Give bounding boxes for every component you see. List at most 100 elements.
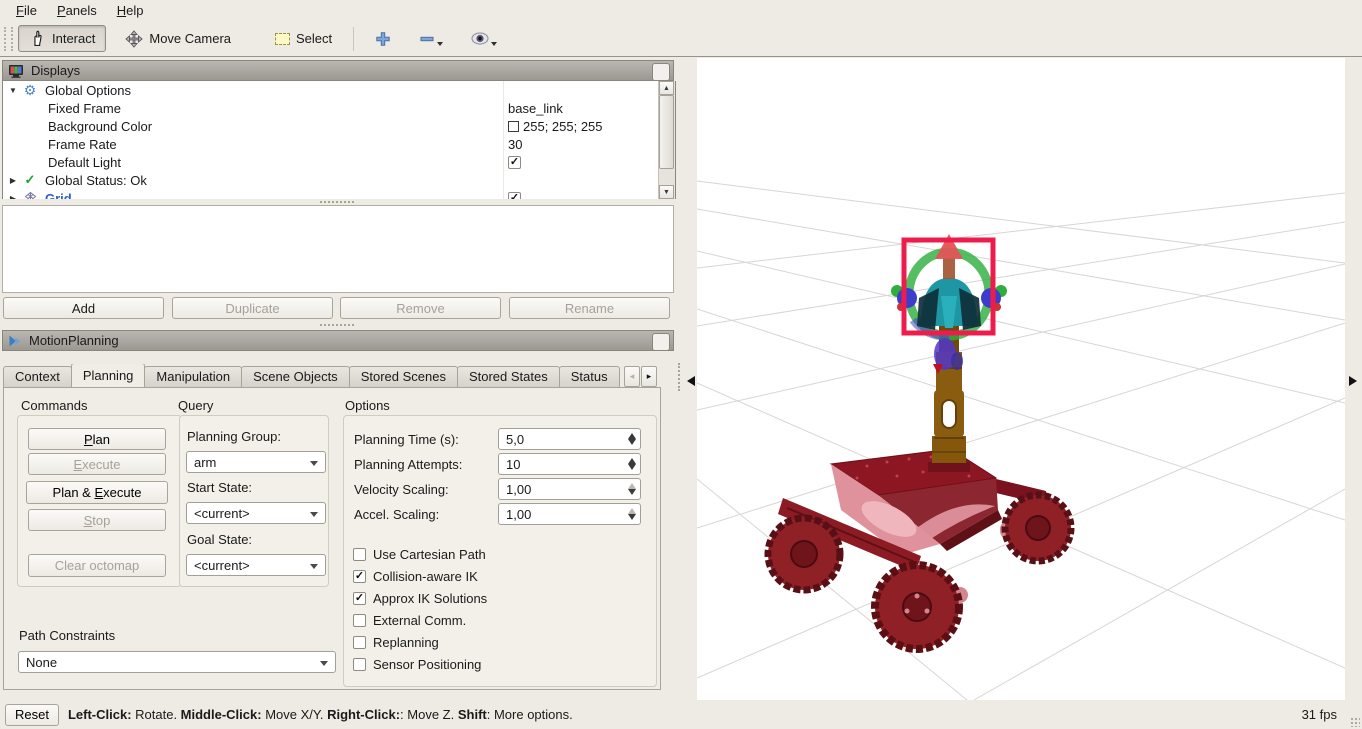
zoom-out-tool-button[interactable]	[408, 25, 454, 52]
goal-state-dropdown[interactable]: <current>	[186, 554, 326, 576]
resize-grip[interactable]	[1350, 717, 1360, 727]
tab-scene-objects[interactable]: Scene Objects	[241, 366, 350, 387]
scroll-up-icon[interactable]: ▲	[659, 81, 674, 95]
menu-panels[interactable]: Panels	[47, 1, 107, 20]
tab-scroll-left-icon[interactable]: ◂	[624, 366, 640, 387]
motion-planning-tabbar: Context Planning Manipulation Scene Obje…	[3, 364, 621, 387]
external-comm-option[interactable]: External Comm.	[353, 613, 466, 628]
use-cartesian-path-checkbox[interactable]	[353, 548, 366, 561]
sensor-positioning-checkbox[interactable]	[353, 658, 366, 671]
path-constraints-dropdown[interactable]: None	[18, 651, 336, 673]
robot-model	[764, 324, 1075, 653]
replanning-checkbox[interactable]	[353, 636, 366, 649]
rviz-window: File Panels Help Interact Move Camera Se…	[0, 0, 1362, 729]
interact-tool-button[interactable]: Interact	[18, 25, 107, 52]
planning-time-spinbox[interactable]: 5,0	[498, 428, 641, 450]
tree-scrollbar[interactable]: ▲ ▼	[658, 81, 675, 199]
planning-attempts-value: 10	[506, 456, 521, 472]
motion-planning-panel-header[interactable]: MotionPlanning	[2, 330, 674, 351]
tree-row-grid[interactable]: ▶ Grid	[3, 189, 675, 199]
tab-stored-scenes[interactable]: Stored Scenes	[348, 366, 458, 387]
tab-planning[interactable]: Planning	[70, 364, 146, 387]
menu-file[interactable]: File	[6, 1, 47, 20]
scroll-down-icon[interactable]: ▼	[659, 185, 674, 199]
spin-down-icon[interactable]	[628, 514, 636, 520]
add-display-button[interactable]: Add	[3, 297, 164, 319]
stop-button[interactable]: Stop	[28, 509, 166, 531]
plan-label-rest: lan	[92, 431, 111, 447]
remove-display-button[interactable]: Remove	[340, 297, 501, 319]
stop-label-accel: S	[83, 512, 93, 528]
reset-button[interactable]: Reset	[5, 703, 59, 726]
plan-label-accel: P	[83, 431, 93, 447]
zoom-in-tool-button[interactable]	[364, 25, 402, 52]
tab-stored-states[interactable]: Stored States	[456, 366, 560, 387]
velocity-scaling-spinbox[interactable]: 1,00	[498, 478, 641, 500]
default-light-checkbox[interactable]	[508, 155, 521, 169]
tree-row-default-light[interactable]: Default Light	[3, 153, 675, 171]
tree-row-fixed-frame[interactable]: Fixed Frame base_link	[3, 99, 675, 117]
expand-right-icon[interactable]	[1349, 376, 1357, 386]
clear-octomap-button[interactable]: Clear octomap	[28, 554, 166, 577]
tree-row-background-color[interactable]: Background Color 255; 255; 255	[3, 117, 675, 135]
splitter-handle[interactable]	[320, 324, 354, 326]
splitter-handle[interactable]	[320, 201, 354, 203]
displays-panel-toggle-button[interactable]	[652, 63, 670, 81]
tree-row-global-status[interactable]: ▶ ✓ Global Status: Ok	[3, 171, 675, 189]
chevron-down-icon	[437, 42, 444, 46]
rename-display-button[interactable]: Rename	[509, 297, 670, 319]
query-heading: Query	[178, 398, 214, 413]
duplicate-display-button[interactable]: Duplicate	[172, 297, 333, 319]
dock-splitter-handle[interactable]	[678, 363, 680, 391]
tree-row-global-options[interactable]: ▼ ⚙ Global Options	[3, 81, 675, 99]
plan-button[interactable]: Plan	[28, 428, 166, 450]
focus-camera-tool-button[interactable]	[460, 25, 508, 52]
tab-status[interactable]: Status	[558, 366, 620, 387]
start-state-dropdown[interactable]: <current>	[186, 502, 326, 524]
use-cartesian-path-option[interactable]: Use Cartesian Path	[353, 547, 486, 562]
accel-scaling-spinbox[interactable]: 1,00	[498, 503, 641, 525]
tree-row-frame-rate[interactable]: Frame Rate 30	[3, 135, 675, 153]
select-tool-button[interactable]: Select	[264, 25, 343, 52]
displays-panel-header[interactable]: Displays	[2, 60, 674, 81]
move-camera-tool-label: Move Camera	[149, 31, 231, 46]
background-color-value[interactable]: 255; 255; 255	[508, 117, 603, 135]
move-camera-tool-button[interactable]: Move Camera	[114, 25, 242, 52]
fixed-frame-value[interactable]: base_link	[508, 99, 563, 117]
frame-rate-value[interactable]: 30	[508, 135, 522, 153]
tab-manipulation[interactable]: Manipulation	[144, 366, 243, 387]
approx-ik-solutions-option[interactable]: Approx IK Solutions	[353, 591, 487, 606]
grid-checkbox[interactable]	[508, 191, 521, 199]
expander-right-icon[interactable]: ▶	[8, 194, 18, 200]
replanning-option[interactable]: Replanning	[353, 635, 439, 650]
color-swatch	[508, 120, 519, 132]
toolbar-drag-handle[interactable]	[4, 26, 13, 51]
collision-aware-ik-checkbox[interactable]	[353, 570, 366, 583]
planning-attempts-spinbox[interactable]: 10	[498, 453, 641, 475]
3d-viewport[interactable]	[696, 58, 1346, 701]
approx-ik-solutions-checkbox[interactable]	[353, 592, 366, 605]
spin-down-icon[interactable]	[628, 439, 636, 445]
spin-down-icon[interactable]	[628, 489, 636, 495]
goal-state-value: <current>	[194, 557, 250, 573]
expander-right-icon[interactable]: ▶	[8, 176, 18, 185]
scrollbar-thumb[interactable]	[659, 95, 674, 169]
motion-planning-icon	[9, 335, 21, 346]
expander-down-icon[interactable]: ▼	[8, 86, 18, 95]
motion-planning-panel-toggle-button[interactable]	[652, 333, 670, 351]
start-state-value: <current>	[194, 505, 250, 521]
spin-down-icon[interactable]	[628, 464, 636, 470]
collision-aware-ik-option[interactable]: Collision-aware IK	[353, 569, 478, 584]
interactive-marker[interactable]	[891, 234, 1007, 374]
plan-and-execute-button[interactable]: Plan & Execute	[26, 481, 168, 504]
planning-group-dropdown[interactable]: arm	[186, 451, 326, 473]
tab-context[interactable]: Context	[3, 366, 72, 387]
menu-help[interactable]: Help	[107, 1, 154, 20]
menu-help-accel: H	[116, 3, 127, 18]
external-comm-checkbox[interactable]	[353, 614, 366, 627]
plan-execute-label-pre: Plan &	[52, 485, 95, 500]
collapse-left-icon[interactable]	[687, 376, 695, 386]
tab-scroll-right-icon[interactable]: ▸	[641, 366, 657, 387]
sensor-positioning-option[interactable]: Sensor Positioning	[353, 657, 481, 672]
execute-button[interactable]: Execute	[28, 453, 166, 475]
